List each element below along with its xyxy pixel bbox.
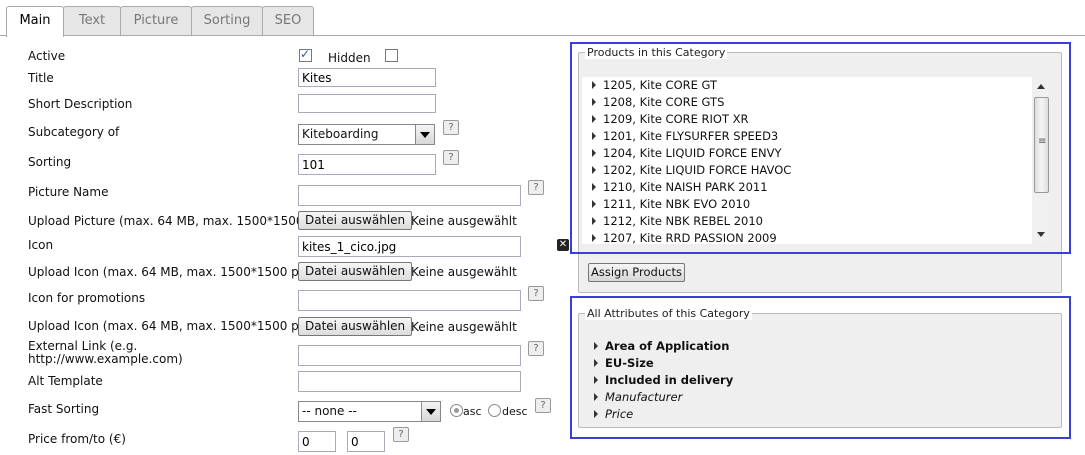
chevron-down-icon (421, 402, 440, 421)
tab-bar: Main Text Picture Sorting SEO (0, 0, 1085, 37)
help-icon[interactable]: ? (443, 150, 459, 165)
picture-name-input[interactable] (298, 185, 521, 206)
asc-radio[interactable] (450, 404, 463, 417)
sorting-input[interactable] (298, 154, 436, 175)
help-icon[interactable]: ? (528, 180, 544, 195)
upload-icon-button[interactable]: Datei auswählen (298, 262, 413, 281)
title-label: Title (28, 71, 54, 85)
fast-sorting-value: -- none -- (302, 404, 357, 418)
desc-radio[interactable] (488, 404, 501, 417)
external-link-label-line2: http://www.example.com) (28, 352, 183, 366)
assign-products-button[interactable]: Assign Products (588, 263, 685, 282)
asc-label: asc (463, 405, 482, 418)
tab-seo[interactable]: SEO (262, 6, 314, 35)
icon-promotions-label: Icon for promotions (28, 291, 146, 305)
alt-template-input[interactable] (298, 371, 521, 392)
price-label: Price from/to (€) (28, 432, 126, 446)
upload-picture-label: Upload Picture (max. 64 MB, max. 1500*15… (28, 214, 327, 228)
short-description-label: Short Description (28, 97, 133, 111)
active-label: Active (28, 49, 66, 63)
subcategory-select[interactable]: Kiteboarding (298, 124, 435, 145)
upload-icon-promotions-button[interactable]: Datei auswählen (298, 317, 413, 336)
fast-sorting-label: Fast Sorting (28, 402, 100, 416)
help-icon[interactable]: ? (528, 286, 544, 301)
active-checkbox[interactable] (299, 47, 312, 62)
desc-label: desc (502, 405, 528, 418)
price-from-input[interactable] (298, 431, 336, 452)
hidden-label: Hidden (328, 51, 371, 65)
tab-sorting[interactable]: Sorting (191, 6, 263, 35)
alt-template-label: Alt Template (28, 374, 103, 388)
icon-input[interactable] (298, 236, 521, 257)
products-highlight-box (570, 42, 1071, 254)
delete-icon[interactable]: ✕ (557, 239, 569, 251)
help-icon[interactable]: ? (443, 120, 459, 135)
help-icon[interactable]: ? (535, 398, 551, 413)
external-link-input[interactable] (298, 345, 521, 366)
upload-picture-status: Keine ausgewählt (411, 214, 517, 228)
short-description-input[interactable] (298, 94, 436, 113)
upload-icon-promotions-status: Keine ausgewählt (411, 320, 517, 334)
fast-sorting-select[interactable]: -- none -- (298, 401, 441, 422)
help-icon[interactable]: ? (528, 341, 544, 356)
tab-main[interactable]: Main (6, 6, 64, 37)
tab-picture[interactable]: Picture (120, 6, 192, 35)
price-to-input[interactable] (347, 431, 385, 452)
title-input[interactable] (298, 68, 436, 87)
subcategory-label: Subcategory of (28, 125, 120, 139)
icon-label: Icon (28, 238, 54, 252)
subcategory-value: Kiteboarding (302, 127, 379, 141)
external-link-label: External Link (e.g. http://www.example.c… (28, 340, 183, 366)
upload-icon-promotions-label: Upload Icon (max. 64 MB, max. 1500*1500 … (28, 319, 311, 333)
attributes-highlight-box (570, 296, 1071, 439)
tab-text[interactable]: Text (63, 6, 121, 35)
help-icon[interactable]: ? (393, 427, 409, 442)
upload-picture-button[interactable]: Datei auswählen (298, 211, 413, 230)
chevron-down-icon (415, 125, 434, 144)
sorting-label: Sorting (28, 155, 72, 169)
icon-promotions-input[interactable] (298, 290, 521, 311)
hidden-checkbox[interactable] (385, 49, 398, 62)
upload-icon-label: Upload Icon (max. 64 MB, max. 1500*1500 … (28, 265, 311, 279)
upload-icon-status: Keine ausgewählt (411, 265, 517, 279)
picture-name-label: Picture Name (28, 185, 109, 199)
